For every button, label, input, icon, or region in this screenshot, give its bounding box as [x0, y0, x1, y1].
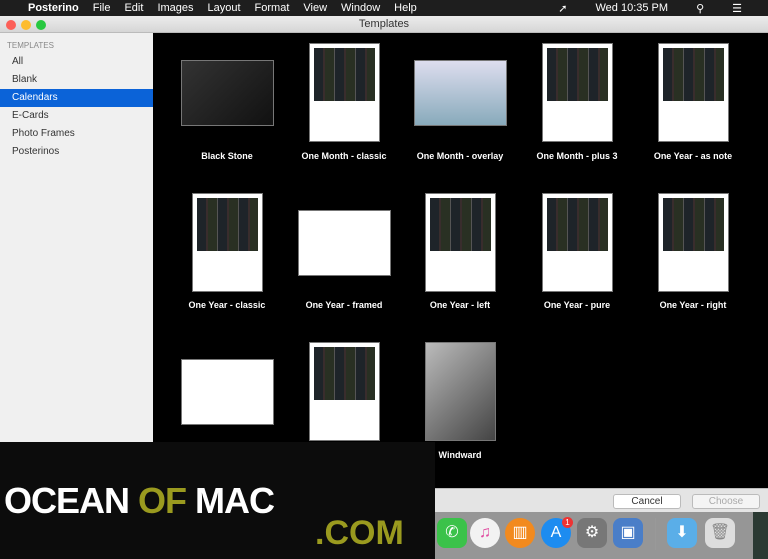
clock[interactable]: Wed 10:35 PM — [596, 2, 669, 14]
template-label[interactable]: One Year - classic — [167, 300, 287, 310]
cancel-button[interactable]: Cancel — [613, 494, 681, 509]
menu-file[interactable]: File — [93, 2, 111, 14]
sidebar-item-all[interactable]: All — [0, 53, 153, 71]
app-store-badge: 1 — [562, 517, 573, 528]
ibooks-icon[interactable]: ▥ — [505, 518, 535, 548]
template-thumbnail[interactable] — [541, 193, 613, 292]
sheet-button-bar: Cancel Choose — [435, 488, 768, 512]
template-label[interactable]: One Month - plus 3 — [517, 151, 637, 161]
preview-icon[interactable]: ▣ — [613, 518, 643, 548]
template-thumbnail[interactable] — [297, 210, 391, 276]
template-label[interactable]: One Month - classic — [284, 151, 404, 161]
template-label[interactable]: One Year - pure — [517, 300, 637, 310]
dock-divider — [655, 518, 656, 550]
watermark-text: OF — [138, 480, 187, 521]
dock: ✆ ♫ ▥ A 1 ⚙ ▣ ⬇ 🗑 — [435, 512, 753, 559]
watermark-text: .COM — [315, 514, 404, 552]
window-title: Templates — [358, 18, 410, 30]
template-label[interactable]: One Year - right — [633, 300, 753, 310]
menu-edit[interactable]: Edit — [124, 2, 143, 14]
menu-help[interactable]: Help — [394, 2, 417, 14]
zoom-button[interactable] — [36, 20, 46, 30]
close-button[interactable] — [6, 20, 16, 30]
template-thumbnail[interactable] — [424, 342, 496, 441]
downloads-folder-icon[interactable]: ⬇ — [667, 518, 697, 548]
facetime-icon[interactable]: ✆ — [437, 518, 467, 548]
template-thumbnail[interactable] — [191, 193, 263, 292]
cursor-status-icon[interactable]: ➚ — [558, 2, 567, 15]
template-grid: Black Stone One Month - classic One Month … — [153, 33, 768, 488]
template-thumbnail[interactable] — [424, 193, 496, 292]
watermark-text: MAC — [195, 480, 275, 521]
template-label[interactable]: One Month - overlay — [400, 151, 520, 161]
template-thumbnail[interactable] — [657, 43, 729, 142]
watermark: OCEAN OF MAC .COM — [0, 442, 435, 559]
template-label[interactable]: One Year - left — [400, 300, 520, 310]
template-thumbnail[interactable] — [413, 60, 507, 126]
menu-view[interactable]: View — [303, 2, 327, 14]
sidebar: TEMPLATES All Blank Calendars E-Cards Ph… — [0, 33, 153, 442]
template-thumbnail[interactable] — [180, 359, 274, 425]
sidebar-header: TEMPLATES — [7, 41, 54, 50]
menu-images[interactable]: Images — [157, 2, 193, 14]
spotlight-search-icon[interactable]: ⚲ — [696, 2, 704, 15]
template-label[interactable]: One Year - as note — [633, 151, 753, 161]
template-thumbnail[interactable] — [308, 43, 380, 142]
template-thumbnail[interactable] — [657, 193, 729, 292]
choose-button[interactable]: Choose — [692, 494, 760, 509]
watermark-text: OCEAN — [4, 480, 130, 521]
menu-app[interactable]: Posterino — [28, 2, 79, 14]
menu-format[interactable]: Format — [255, 2, 290, 14]
trash-icon[interactable]: 🗑 — [705, 518, 735, 548]
system-preferences-icon[interactable]: ⚙ — [577, 518, 607, 548]
menu-window[interactable]: Window — [341, 2, 380, 14]
template-thumbnail[interactable] — [541, 43, 613, 142]
itunes-icon[interactable]: ♫ — [470, 518, 500, 548]
template-thumbnail[interactable] — [180, 60, 274, 126]
sidebar-item-photo-frames[interactable]: Photo Frames — [0, 125, 153, 143]
notification-center-icon[interactable]: ☰ — [732, 2, 742, 15]
desktop-background — [753, 512, 768, 559]
sidebar-item-blank[interactable]: Blank — [0, 71, 153, 89]
sidebar-item-calendars[interactable]: Calendars — [0, 89, 153, 107]
menu-bar: Posterino File Edit Images Layout Format… — [0, 0, 768, 16]
sidebar-item-e-cards[interactable]: E-Cards — [0, 107, 153, 125]
template-thumbnail[interactable] — [308, 342, 380, 441]
template-label[interactable]: Black Stone — [167, 151, 287, 161]
minimize-button[interactable] — [21, 20, 31, 30]
template-label[interactable]: One Year - framed — [284, 300, 404, 310]
window-titlebar: Templates — [0, 16, 768, 33]
menu-layout[interactable]: Layout — [208, 2, 241, 14]
sidebar-item-posterinos[interactable]: Posterinos — [0, 143, 153, 161]
